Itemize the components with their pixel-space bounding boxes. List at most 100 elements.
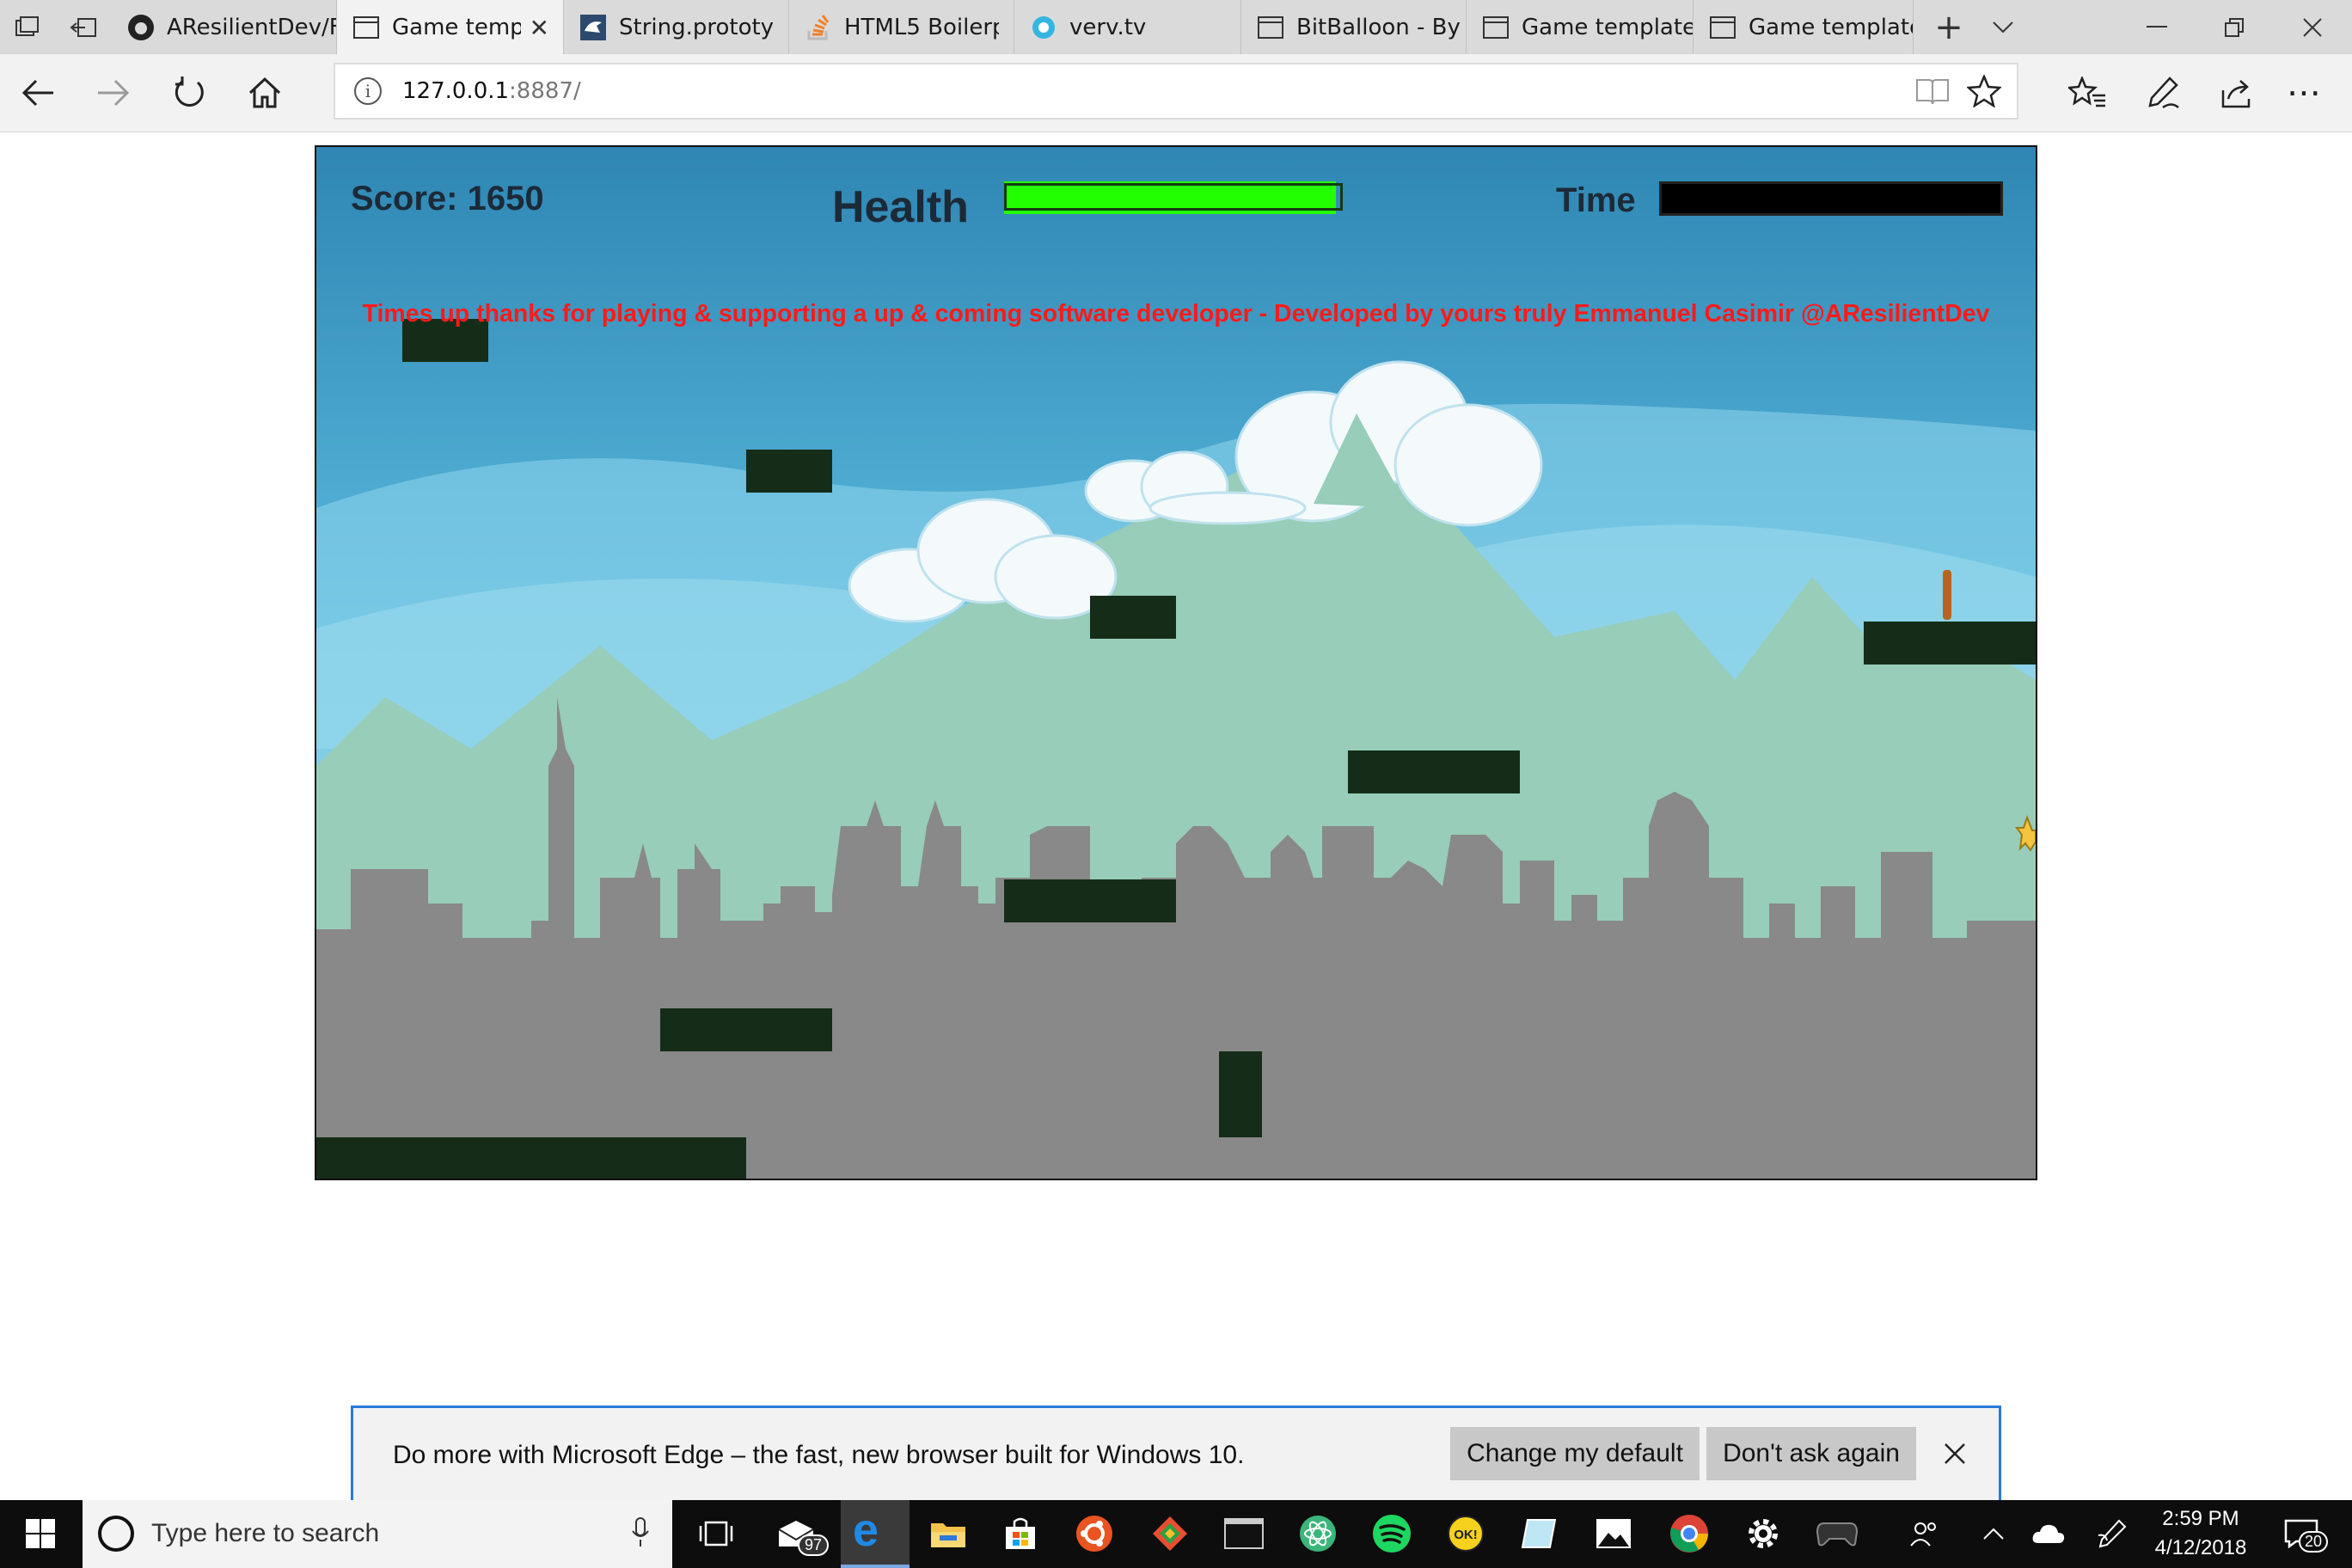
default-browser-notification: Do more with Microsoft Edge – the fast, …: [351, 1406, 2001, 1500]
platform: [316, 1137, 746, 1179]
notes-pen-icon[interactable]: [2128, 54, 2197, 132]
task-view-icon[interactable]: [695, 1512, 738, 1555]
page-icon: [1482, 14, 1510, 41]
edge-icon: e: [853, 1504, 879, 1556]
back-icon[interactable]: [3, 54, 72, 132]
chrome-icon[interactable]: [1668, 1512, 1711, 1555]
tab-game-temp[interactable]: Game temp ✕: [337, 0, 564, 54]
terminal-icon[interactable]: [1222, 1512, 1265, 1555]
address-bar[interactable]: i 127.0.0.1:8887/: [334, 63, 2018, 119]
game-canvas[interactable]: Score: 1650 Health Time Times up thanks …: [315, 145, 2037, 1180]
people-icon[interactable]: [1903, 1512, 1946, 1555]
microphone-icon[interactable]: [631, 1517, 650, 1552]
url-host: 127.0.0.1: [402, 78, 510, 104]
notification-message: Do more with Microsoft Edge – the fast, …: [393, 1441, 1245, 1469]
github-icon: [127, 14, 155, 41]
share-icon[interactable]: [2202, 54, 2271, 132]
tab-label: AResilientDev/F: [167, 14, 336, 40]
mail-icon[interactable]: 97: [775, 1512, 830, 1556]
time-bar: [1659, 181, 2003, 216]
tab-bitballoon[interactable]: BitBalloon - By: [1241, 0, 1467, 54]
file-explorer-icon[interactable]: [927, 1512, 970, 1555]
favorites-hub-icon[interactable]: [2053, 54, 2122, 132]
close-notification-icon[interactable]: [1944, 1442, 1966, 1468]
tab-game-template[interactable]: Game template: [1467, 0, 1694, 54]
forward-icon[interactable]: [79, 54, 148, 132]
tab-bar: AResilientDev/F Game temp ✕ String.proto…: [0, 0, 2352, 54]
navigation-bar: i 127.0.0.1:8887/ ⋯: [0, 54, 2352, 132]
windows-start-icon[interactable]: [19, 1512, 62, 1555]
page-icon: [1709, 14, 1736, 41]
time-label: Time: [1556, 181, 1636, 219]
minimize-icon[interactable]: [2118, 0, 2196, 54]
platform: [660, 1008, 832, 1051]
search-placeholder: Type here to search: [151, 1519, 380, 1547]
more-options-icon[interactable]: ⋯: [2269, 54, 2338, 132]
spotify-icon[interactable]: [1370, 1512, 1413, 1555]
chevron-down-icon[interactable]: [1969, 0, 2037, 54]
mdn-icon: [579, 14, 607, 41]
atom-icon[interactable]: [1296, 1512, 1339, 1555]
search-box[interactable]: Type here to search: [83, 1500, 672, 1568]
info-icon[interactable]: i: [354, 77, 382, 105]
mail-badge: 97: [798, 1534, 830, 1556]
url-text[interactable]: 127.0.0.1:8887/: [402, 78, 581, 104]
platform: [1348, 750, 1520, 793]
score-label: Score: 1650: [351, 180, 544, 217]
sourcetree-icon[interactable]: [1148, 1512, 1191, 1555]
reading-view-icon[interactable]: [1915, 77, 1950, 109]
edge-taskbar-button[interactable]: e: [841, 1500, 910, 1568]
gamepad-icon[interactable]: [1816, 1512, 1859, 1555]
set-aside-tabs-icon[interactable]: [55, 0, 112, 54]
stackoverflow-icon: [805, 14, 832, 41]
change-default-button[interactable]: Change my default: [1450, 1427, 1700, 1480]
tab-label: BitBalloon - By: [1296, 14, 1461, 40]
close-tab-icon[interactable]: ✕: [530, 14, 549, 42]
tab-html5-boilerplate[interactable]: HTML5 Boilerpl: [789, 0, 1014, 54]
platform: [1864, 622, 2036, 665]
taskbar: Type here to search 97 e OK! 2:59 PM 4/1…: [0, 1500, 2352, 1568]
notification-count-badge: 20: [2299, 1531, 2329, 1553]
platform: [1090, 596, 1176, 639]
onedrive-cloud-icon[interactable]: [2027, 1512, 2070, 1555]
tab-label: Game temp: [392, 14, 521, 40]
restore-icon[interactable]: [2196, 0, 2273, 54]
clock-time[interactable]: 2:59 PM: [2149, 1507, 2252, 1531]
game-over-message: Times up thanks for playing & supporting…: [362, 300, 1990, 328]
tab-preview-icon[interactable]: [0, 0, 55, 54]
svg-text:OK!: OK!: [1454, 1528, 1478, 1542]
page-icon: [352, 14, 380, 41]
tab-string-prototype[interactable]: String.prototype: [564, 0, 789, 54]
tab-aresilientdev[interactable]: AResilientDev/F: [112, 0, 337, 54]
tab-verv[interactable]: verv.tv: [1014, 0, 1241, 54]
refresh-icon[interactable]: [155, 54, 224, 132]
chevron-up-icon[interactable]: [1972, 1512, 2015, 1555]
tab-game-template-2[interactable]: Game template: [1694, 0, 1914, 54]
platform: [746, 450, 832, 493]
ok-app-icon[interactable]: OK!: [1444, 1512, 1487, 1555]
settings-gear-icon[interactable]: [1742, 1512, 1785, 1555]
cortana-icon: [98, 1516, 134, 1552]
ubuntu-icon[interactable]: [1073, 1512, 1116, 1555]
pen-workspace-icon[interactable]: [2091, 1512, 2134, 1555]
health-bar-frame: [1004, 183, 1343, 211]
photos-icon[interactable]: [1592, 1512, 1635, 1555]
health-bar: [1004, 181, 1365, 214]
page-icon: [1257, 14, 1284, 41]
tab-label: Game template: [1522, 14, 1693, 40]
paper-app-icon[interactable]: [1518, 1512, 1561, 1555]
dont-ask-again-button[interactable]: Don't ask again: [1706, 1427, 1916, 1480]
platform: [1219, 1051, 1262, 1137]
favorite-star-icon[interactable]: [1965, 73, 2003, 111]
url-port: :8887/: [509, 78, 581, 104]
close-window-icon[interactable]: [2273, 0, 2352, 54]
player-sprite: [1943, 570, 1951, 620]
store-icon[interactable]: [999, 1512, 1042, 1555]
home-icon[interactable]: [230, 54, 299, 132]
action-center-icon[interactable]: 20: [2280, 1512, 2329, 1555]
platform: [1004, 879, 1176, 922]
health-label: Health: [832, 182, 969, 232]
clock-date[interactable]: 4/12/2018: [2149, 1536, 2252, 1560]
tab-label: String.prototype: [619, 14, 774, 40]
tab-label: HTML5 Boilerpl: [844, 14, 999, 40]
